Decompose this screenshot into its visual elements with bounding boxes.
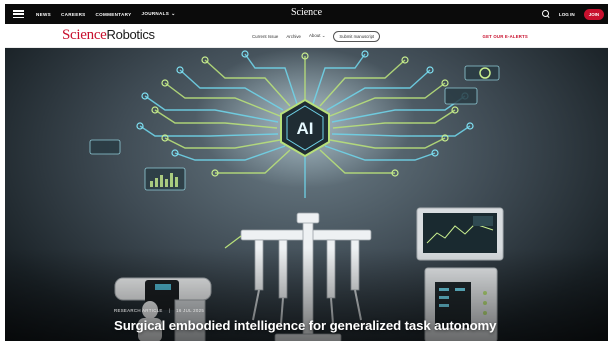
brand-robotics: Robotics	[106, 27, 155, 42]
article-type: RESEARCH ARTICLE	[114, 308, 163, 313]
science-robotics-logo[interactable]: ScienceRobotics	[62, 27, 155, 44]
nav-archive[interactable]: Archive	[286, 34, 301, 39]
e-alerts-link[interactable]: GET OUR E-ALERTS	[483, 24, 528, 48]
nav-current-issue[interactable]: Current Issue	[252, 34, 278, 39]
nav-about[interactable]: About ⌄	[309, 33, 325, 39]
nav-journals[interactable]: JOURNALS ⌄	[141, 11, 175, 17]
article-date: 16 JUL 2025	[176, 308, 205, 313]
page: NEWS CAREERS COMMENTARY JOURNALS ⌄ Scienc…	[0, 0, 613, 346]
science-logo[interactable]: Science	[291, 7, 322, 18]
nav-journals-label: JOURNALS	[141, 11, 170, 16]
article-kicker: RESEARCH ARTICLE | 16 JUL 2025	[114, 308, 496, 313]
search-icon[interactable]	[541, 10, 550, 18]
nav-commentary[interactable]: COMMENTARY	[96, 12, 132, 17]
chevron-down-icon: ⌄	[171, 11, 176, 17]
brand-science: Science	[62, 27, 107, 43]
ai-badge-label: AI	[297, 119, 314, 138]
chevron-down-icon: ⌄	[321, 33, 326, 38]
submit-manuscript-button[interactable]: Submit manuscript	[333, 30, 381, 42]
journal-header: ScienceRobotics Current Issue Archive Ab…	[5, 24, 608, 48]
menu-icon[interactable]	[13, 10, 24, 18]
nav-careers[interactable]: CAREERS	[61, 12, 86, 17]
article-headline[interactable]: Surgical embodied intelligence for gener…	[114, 318, 496, 333]
top-nav-bar: NEWS CAREERS COMMENTARY JOURNALS ⌄ Scienc…	[5, 4, 608, 24]
journal-nav: Current Issue Archive About ⌄ Submit man…	[252, 24, 381, 48]
hero-illustration: AI	[5, 48, 608, 341]
hero-caption: RESEARCH ARTICLE | 16 JUL 2025 Surgical em…	[114, 308, 496, 333]
login-link[interactable]: LOG IN	[559, 12, 575, 17]
kicker-separator: |	[168, 308, 171, 313]
top-right-actions: LOG IN JOIN	[541, 4, 604, 24]
hero-banner[interactable]: AI RESEARCH ARTICLE | 16 JUL 2025 Surgic…	[5, 48, 608, 341]
nav-news[interactable]: NEWS	[36, 12, 51, 17]
top-nav: NEWS CAREERS COMMENTARY JOURNALS ⌄	[36, 11, 176, 17]
join-button[interactable]: JOIN	[583, 8, 604, 20]
nav-about-label: About	[309, 33, 321, 38]
